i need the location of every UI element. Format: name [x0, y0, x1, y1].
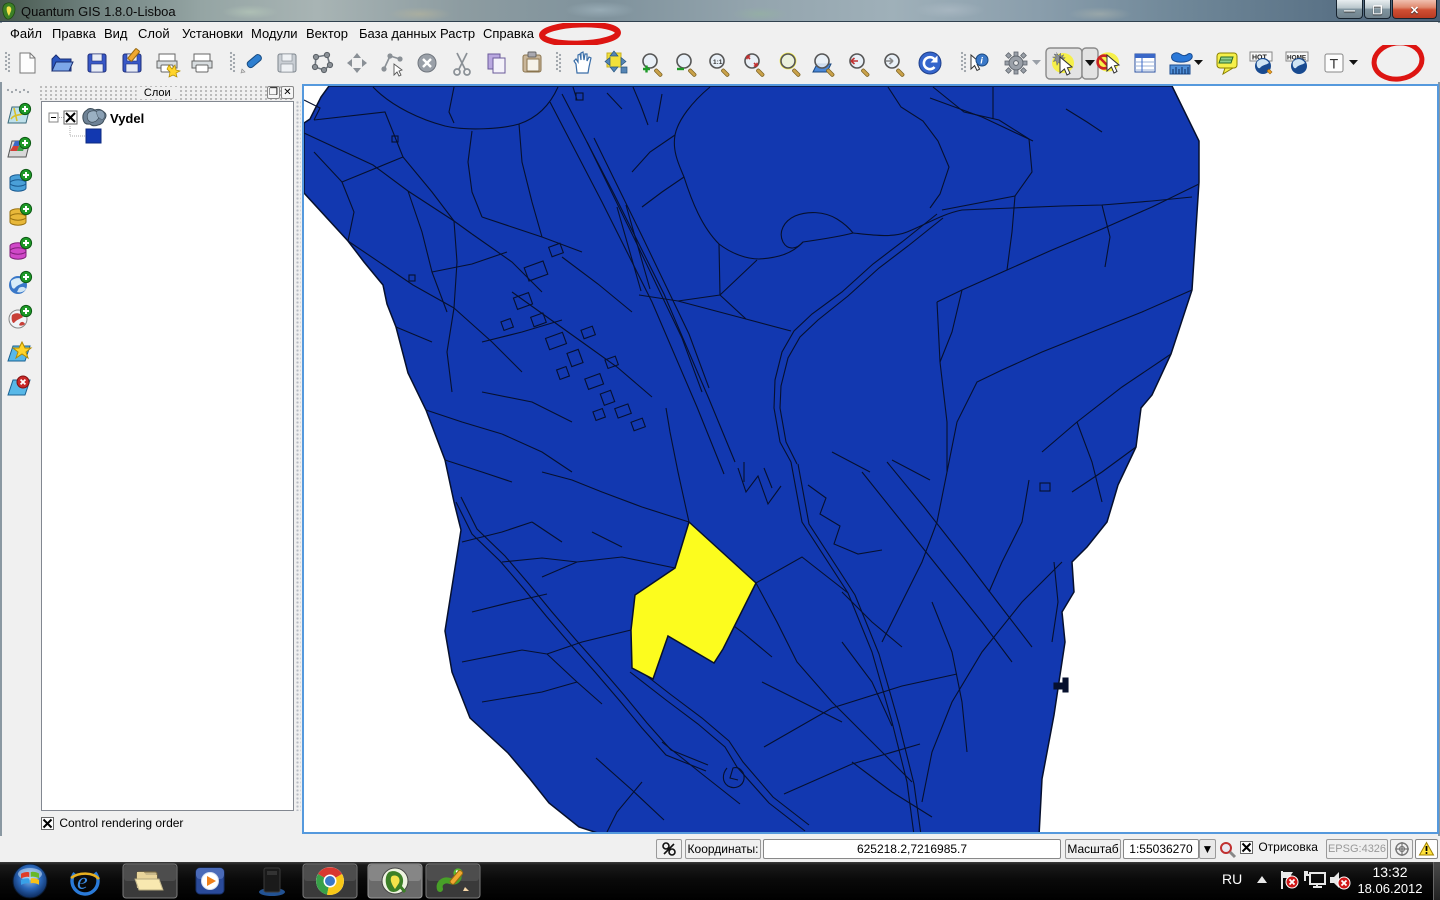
- svg-text:1:1: 1:1: [713, 59, 723, 66]
- svg-text:T: T: [1330, 56, 1339, 72]
- svg-text:Vydel: Vydel: [110, 111, 144, 126]
